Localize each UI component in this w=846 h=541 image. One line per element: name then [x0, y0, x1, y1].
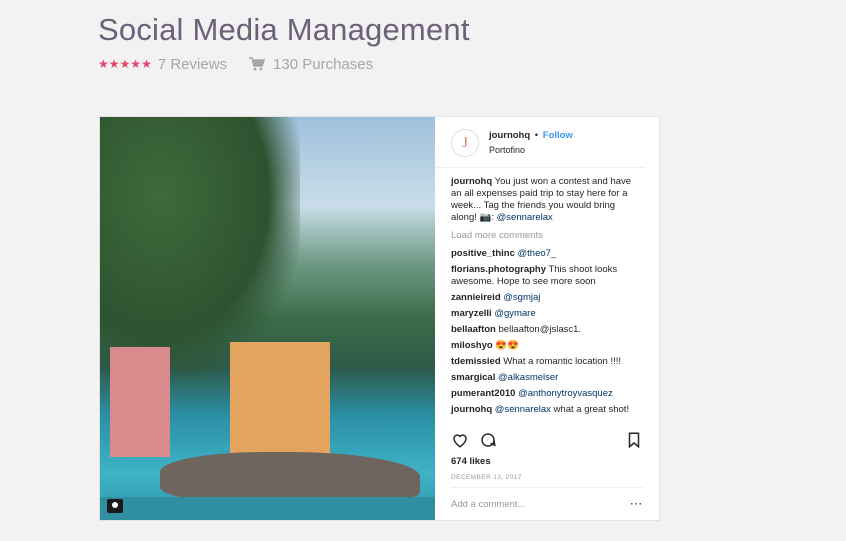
post-sidebar: J journohq • Follow Portofino journohq Y…	[435, 117, 659, 520]
post-header: J journohq • Follow Portofino	[435, 117, 645, 168]
comment-username[interactable]: bellaafton	[451, 324, 496, 335]
comment-row: florians.photography This shoot looks aw…	[451, 264, 643, 288]
post-photo[interactable]	[100, 117, 435, 520]
star-icon: ★	[98, 57, 109, 71]
purchases-count: 130 Purchases	[273, 55, 374, 73]
comment-username[interactable]: pumerant2010	[451, 388, 515, 399]
comment-row: miloshyo 😍😍	[451, 340, 643, 352]
comment-username[interactable]: smargical	[451, 372, 495, 383]
comment-username[interactable]: journohq	[451, 404, 492, 415]
comment-row: smargical @alkasmelser	[451, 372, 643, 384]
caption: journohq You just won a contest and have…	[451, 176, 643, 224]
post-location[interactable]: Portofino	[489, 143, 573, 157]
comment-username[interactable]: miloshyo	[451, 340, 493, 351]
star-icon: ★	[130, 57, 142, 71]
post-date: DECEMBER 13, 2017	[451, 474, 522, 481]
comment-mention[interactable]: @alkasmelser	[498, 372, 558, 383]
more-options-icon[interactable]: ···	[631, 499, 644, 510]
comment-mention[interactable]: @sgmjaj	[503, 292, 540, 303]
comment-mention[interactable]: @anthonytroyvasquez	[518, 388, 613, 399]
comment-mention[interactable]: @sennarelax	[495, 404, 551, 415]
load-more-comments[interactable]: Load more comments	[451, 230, 643, 242]
likes-count[interactable]: 674 likes	[451, 456, 491, 467]
comment-mention[interactable]: @gymare	[494, 308, 535, 319]
comment-username[interactable]: positive_thinc	[451, 248, 515, 259]
comment-text: What a romantic location !!!!	[503, 356, 622, 367]
comment-overflow: ........................................	[451, 420, 643, 423]
comment-text: what a great shot!	[553, 404, 630, 415]
star-half-icon: ★	[141, 57, 152, 71]
comments-list[interactable]: journohq You just won a contest and have…	[435, 168, 659, 423]
comment-row: tdemissied What a romantic location !!!!	[451, 356, 643, 368]
comment-mention[interactable]: @theo7_	[518, 248, 557, 259]
avatar[interactable]: J	[451, 129, 479, 157]
product-meta: ★ ★ ★ ★ ★ 7 Reviews 130 Purchases	[98, 54, 373, 74]
caption-mention[interactable]: @sennarelax	[497, 212, 553, 223]
comment-row: positive_thinc @theo7_	[451, 248, 643, 260]
comment-row: journohq @sennarelax what a great shot!	[451, 404, 643, 416]
post-username[interactable]: journohq	[489, 130, 530, 141]
comment-row: zannieireid @sgmjaj	[451, 292, 643, 304]
camera-icon[interactable]	[107, 499, 123, 513]
star-icon: ★	[108, 57, 120, 71]
comment-username[interactable]: maryzelli	[451, 308, 492, 319]
cart-icon	[249, 57, 266, 71]
page-title: Social Media Management	[98, 12, 470, 47]
comment-text: bellaafton@jslasc1.	[498, 324, 582, 335]
rating-stars[interactable]: ★ ★ ★ ★ ★	[98, 58, 152, 70]
comment-username[interactable]: tdemissied	[451, 356, 501, 367]
bookmark-icon[interactable]	[625, 431, 643, 449]
comment-row: bellaafton bellaafton@jslasc1.	[451, 324, 643, 336]
comment-icon[interactable]	[479, 431, 497, 449]
comment-username[interactable]: zannieireid	[451, 292, 501, 303]
add-comment-bar: Add a comment... ···	[451, 487, 643, 510]
comment-text: 😍😍	[495, 340, 520, 351]
post-actions	[451, 431, 643, 449]
star-icon: ★	[119, 57, 131, 71]
caption-username[interactable]: journohq	[451, 176, 492, 187]
add-comment-input[interactable]: Add a comment...	[451, 499, 525, 510]
instagram-post-card: J journohq • Follow Portofino journohq Y…	[99, 116, 660, 521]
follow-button[interactable]: Follow	[543, 130, 573, 141]
heart-icon[interactable]	[451, 431, 469, 449]
comment-row: maryzelli @gymare	[451, 308, 643, 320]
comment-row: pumerant2010 @anthonytroyvasquez	[451, 388, 643, 400]
comment-username[interactable]: florians.photography	[451, 264, 546, 275]
reviews-link[interactable]: 7 Reviews	[158, 56, 227, 73]
